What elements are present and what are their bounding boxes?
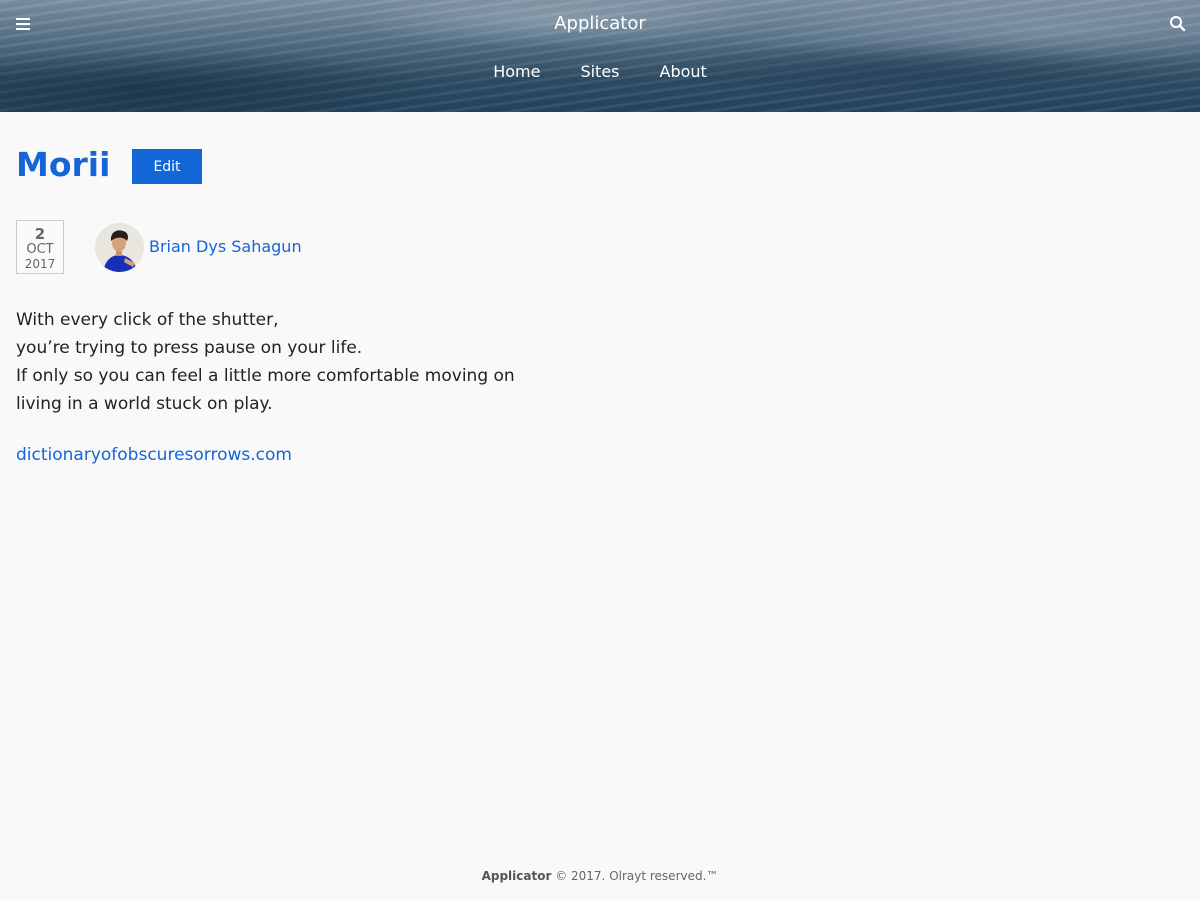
edit-button[interactable]: Edit	[132, 149, 202, 184]
post-date-year: 2017	[24, 257, 56, 271]
site-header: Applicator Home Sites About	[0, 0, 1200, 112]
post-body-line: If only so you can feel a little more co…	[16, 366, 515, 386]
post-body-line: With every click of the shutter,	[16, 310, 279, 330]
main-nav: Home Sites About	[0, 62, 1200, 81]
post-date-month: OCT	[26, 242, 54, 257]
post-date-day: 2	[34, 225, 46, 243]
post-title: Morii	[16, 145, 111, 184]
post-body-line: you’re trying to press pause on your lif…	[16, 338, 363, 358]
author-name-link[interactable]: Brian Dys Sahagun	[149, 237, 302, 256]
source-link[interactable]: dictionaryofobscuresorrows.com	[16, 445, 292, 465]
search-icon[interactable]	[1168, 14, 1188, 34]
post-body: With every click of the shutter, you’re …	[16, 306, 616, 418]
site-footer: Applicator © 2017. Olrayt reserved.™	[0, 869, 1200, 883]
nav-item-about[interactable]: About	[640, 62, 727, 81]
post-date: 2 OCT 2017	[16, 220, 64, 274]
author-avatar[interactable]	[95, 223, 144, 272]
footer-copyright: © 2017. Olrayt reserved.™	[551, 869, 719, 883]
footer-brand: Applicator	[481, 869, 552, 883]
nav-item-home[interactable]: Home	[473, 62, 560, 81]
nav-item-sites[interactable]: Sites	[560, 62, 639, 81]
site-title[interactable]: Applicator	[0, 13, 1200, 34]
post-body-line: living in a world stuck on play.	[16, 394, 273, 414]
